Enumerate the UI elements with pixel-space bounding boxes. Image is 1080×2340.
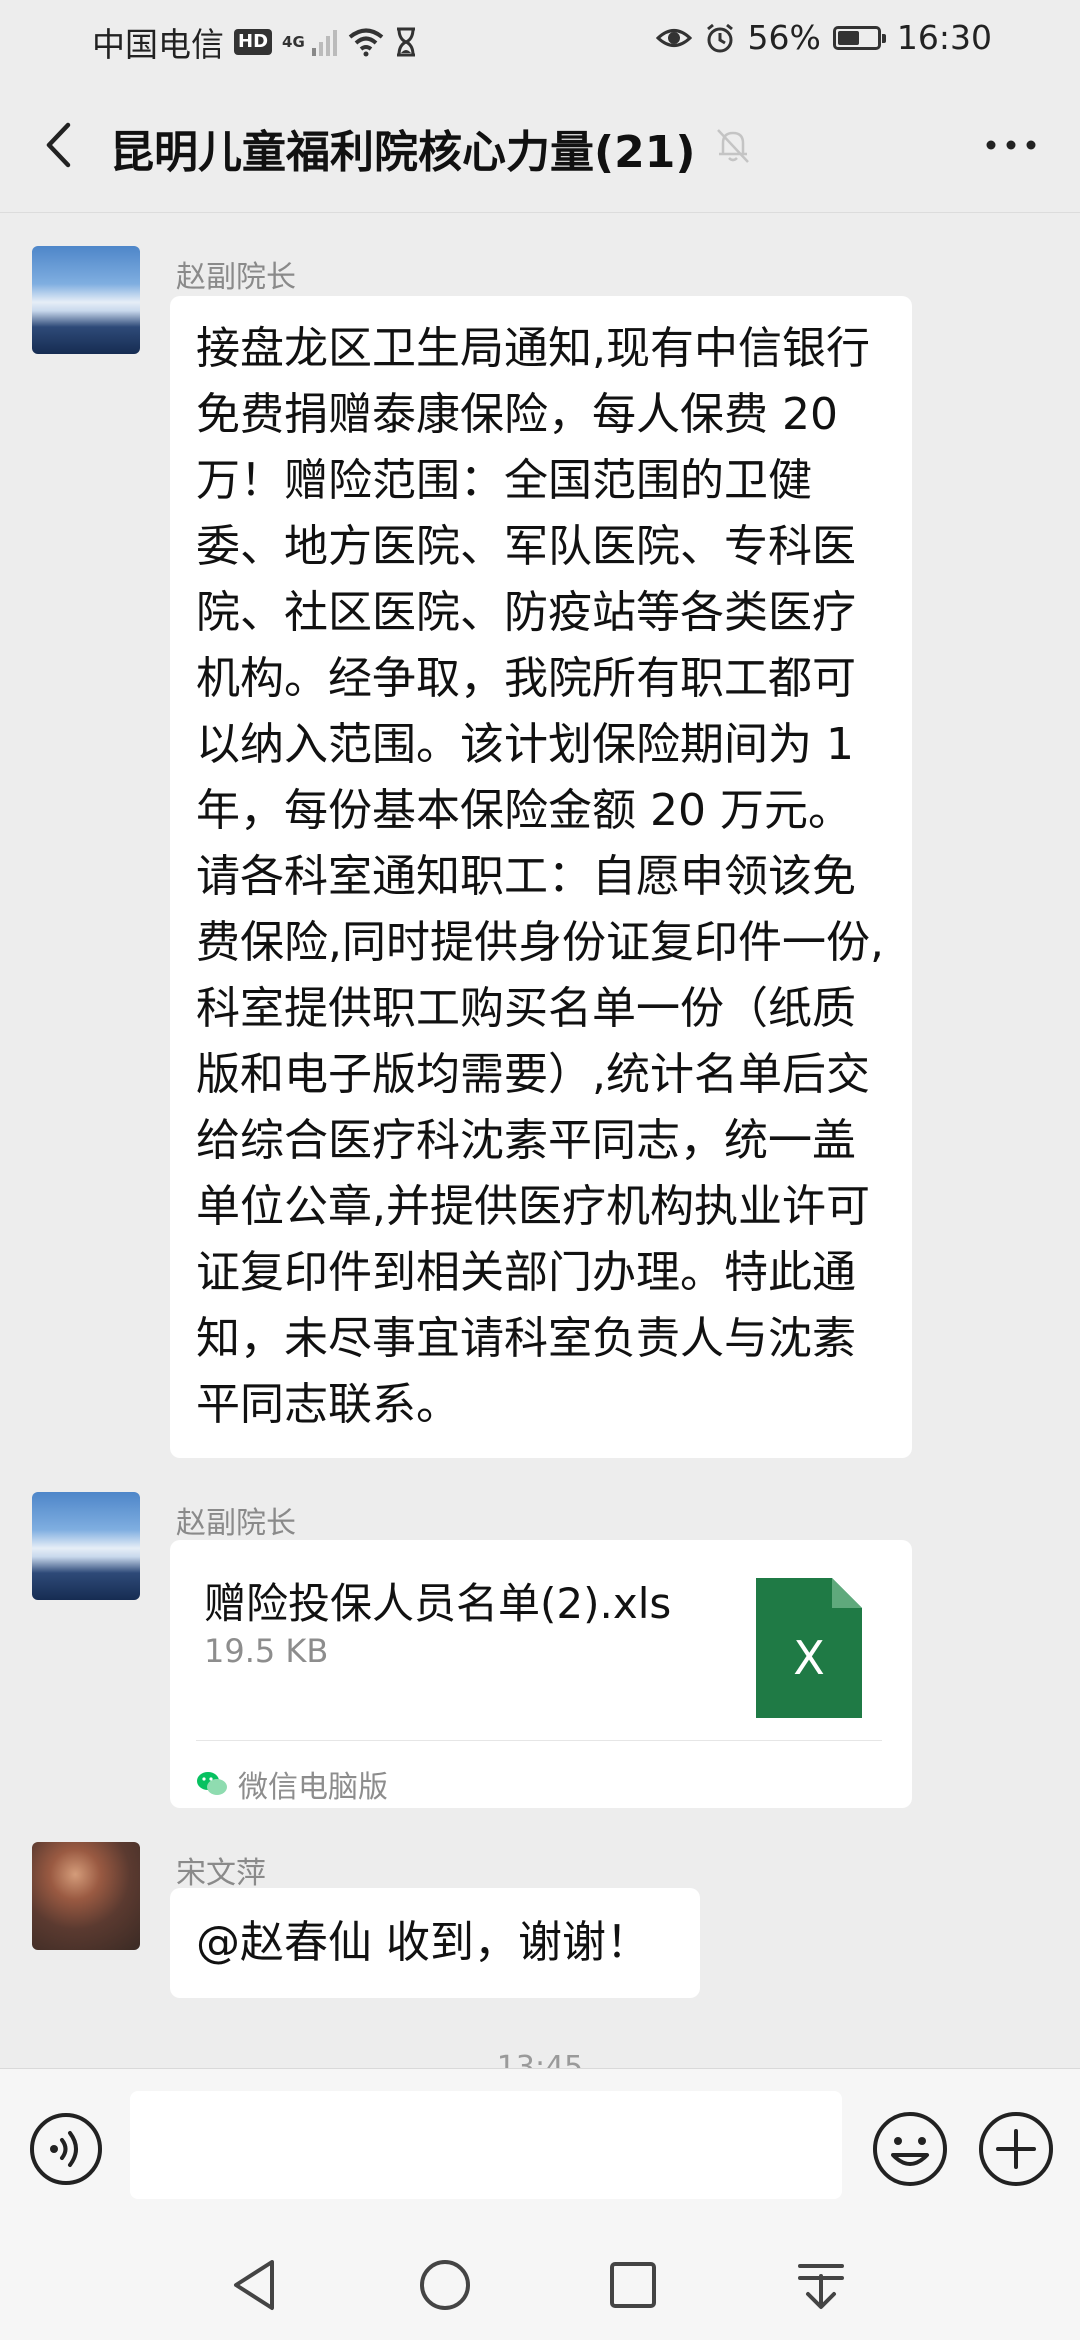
mute-bell-icon xyxy=(717,129,749,163)
message-text: @赵春仙 收到，谢谢！ xyxy=(196,1917,650,1968)
signal-icon xyxy=(312,28,338,56)
page-title: 昆明儿童福利院核心力量(21) xyxy=(110,127,696,178)
wifi-icon xyxy=(348,28,384,57)
voice-icon[interactable] xyxy=(28,2111,104,2187)
avatar[interactable] xyxy=(32,1492,140,1600)
chat-screen: 中国电信 HD 4G 56% 16:30 昆明儿童福利院核心力量(21) 赵副院… xyxy=(0,0,1080,2340)
emoji-icon[interactable] xyxy=(870,2109,950,2189)
alarm-icon xyxy=(706,23,733,52)
message-text: 接盘龙区卫生局通知,现有中信银行免费捐赠泰康保险，每人保费 20 万！赠险范围：… xyxy=(196,323,884,1430)
file-size: 19.5 KB xyxy=(204,1632,329,1670)
file-source: 微信电脑版 xyxy=(196,1762,388,1806)
battery-percent: 56% xyxy=(747,18,821,57)
excel-file-icon: X xyxy=(756,1578,862,1718)
status-bar: 中国电信 HD 4G 56% 16:30 xyxy=(0,0,1080,80)
source-label: 微信电脑版 xyxy=(238,1770,388,1805)
input-bar xyxy=(0,2068,1080,2231)
avatar[interactable] xyxy=(32,1842,140,1950)
plus-icon[interactable] xyxy=(976,2109,1056,2189)
file-name: 赠险投保人员名单(2).xls xyxy=(204,1579,672,1628)
avatar[interactable] xyxy=(32,246,140,354)
wechat-icon xyxy=(197,1772,227,1795)
recents-square-icon[interactable] xyxy=(598,2250,668,2320)
file-message[interactable]: 赠险投保人员名单(2).xls 19.5 KB X 微信电脑版 xyxy=(170,1540,912,1808)
clock: 16:30 xyxy=(896,18,992,57)
sender-name: 宋文萍 xyxy=(176,1856,266,1891)
battery-icon xyxy=(832,25,886,50)
hourglass-icon xyxy=(397,27,416,57)
status-left: 中国电信 HD 4G xyxy=(92,18,417,66)
message-input[interactable] xyxy=(130,2091,842,2199)
home-circle-icon[interactable] xyxy=(410,2250,480,2320)
sender-name: 赵副院长 xyxy=(176,1506,296,1541)
sender-name: 赵副院长 xyxy=(176,260,296,295)
more-options-button[interactable] xyxy=(976,120,1046,170)
notification-pull-icon[interactable] xyxy=(786,2250,856,2320)
eye-icon xyxy=(655,28,692,47)
excel-letter: X xyxy=(793,1631,825,1685)
chevron-left-icon xyxy=(46,122,71,168)
status-right: 56% 16:30 xyxy=(655,18,992,57)
network-type: 4G xyxy=(282,33,305,51)
carrier-label: 中国电信 xyxy=(92,25,224,64)
divider xyxy=(196,1740,882,1741)
message-bubble[interactable]: 接盘龙区卫生局通知,现有中信银行免费捐赠泰康保险，每人保费 20 万！赠险范围：… xyxy=(170,296,912,1458)
message-bubble[interactable]: @赵春仙 收到，谢谢！ xyxy=(170,1888,700,1998)
battery-fill xyxy=(837,30,859,45)
back-button[interactable] xyxy=(28,110,88,180)
back-triangle-icon[interactable] xyxy=(220,2250,290,2320)
system-nav-bar xyxy=(0,2230,1080,2340)
chat-header: 昆明儿童福利院核心力量(21) xyxy=(0,80,1080,213)
hd-badge: HD xyxy=(234,29,273,55)
more-dots-icon xyxy=(986,140,1036,150)
